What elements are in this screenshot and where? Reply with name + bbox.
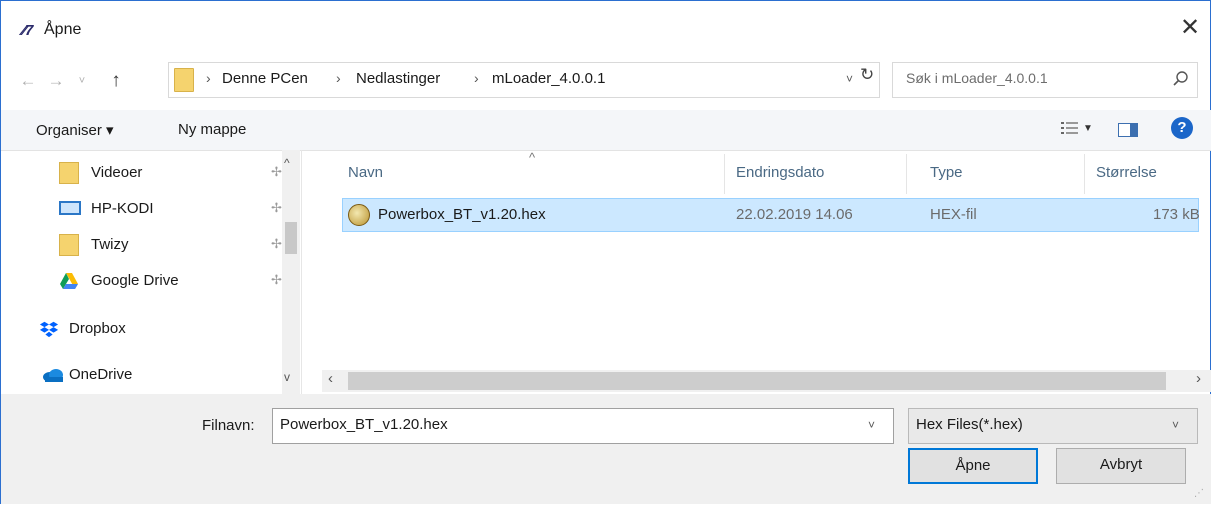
folder-icon bbox=[174, 68, 194, 92]
filename-dropdown-icon[interactable]: ˅ bbox=[868, 418, 875, 432]
nav-item-label: Twizy bbox=[91, 236, 129, 253]
view-dropdown-icon[interactable]: ▼ bbox=[1083, 123, 1093, 134]
filename-value: Powerbox_BT_v1.20.hex bbox=[280, 416, 448, 433]
back-arrow-icon[interactable]: ← bbox=[16, 68, 40, 94]
refresh-icon[interactable]: ↻ bbox=[860, 65, 874, 85]
nav-item-twizy[interactable]: Twizy ✢ bbox=[1, 230, 282, 260]
hex-file-icon bbox=[348, 204, 370, 226]
column-header-date[interactable]: Endringsdato bbox=[736, 164, 824, 181]
cancel-button[interactable]: Avbryt bbox=[1056, 448, 1186, 484]
up-arrow-icon[interactable]: ↑ bbox=[104, 68, 128, 94]
filetype-dropdown-icon[interactable]: ˅ bbox=[1172, 418, 1179, 432]
nav-item-google-drive[interactable]: Google Drive ✢ bbox=[1, 266, 282, 296]
breadcrumb-mloader[interactable]: mLoader_4.0.0.1 bbox=[492, 70, 605, 87]
sort-ascending-icon: ^ bbox=[529, 150, 536, 165]
organize-menu[interactable]: Organiser ▾ bbox=[36, 121, 114, 139]
folder-icon bbox=[59, 234, 79, 256]
onedrive-icon bbox=[43, 369, 63, 382]
breadcrumb-separator: › bbox=[474, 70, 479, 86]
nav-item-onedrive[interactable]: OneDrive bbox=[1, 360, 281, 390]
file-size: 173 kB bbox=[1153, 206, 1200, 223]
file-name: Powerbox_BT_v1.20.hex bbox=[378, 206, 546, 223]
nav-item-dropbox[interactable]: Dropbox bbox=[1, 314, 281, 344]
nav-item-label: Google Drive bbox=[91, 272, 179, 289]
scroll-right-icon[interactable]: › bbox=[1196, 370, 1201, 387]
view-options-icon[interactable] bbox=[1060, 120, 1080, 136]
pin-icon: ✢ bbox=[271, 272, 282, 287]
column-header-name[interactable]: Navn bbox=[348, 164, 383, 181]
open-button[interactable]: Åpne bbox=[908, 448, 1038, 484]
preview-pane-icon[interactable] bbox=[1118, 123, 1138, 137]
address-dropdown-icon[interactable]: ˅ bbox=[846, 72, 853, 86]
search-placeholder: Søk i mLoader_4.0.0.1 bbox=[906, 70, 1048, 86]
pin-icon: ✢ bbox=[271, 164, 282, 179]
resize-grip-icon[interactable]: ⋰ bbox=[1194, 488, 1204, 499]
nav-item-label: Dropbox bbox=[69, 320, 126, 337]
dropbox-icon bbox=[39, 321, 59, 338]
breadcrumb-separator: › bbox=[206, 70, 211, 86]
forward-arrow-icon[interactable]: → bbox=[44, 68, 68, 94]
column-header-size[interactable]: Størrelse bbox=[1096, 164, 1157, 181]
scroll-up-icon[interactable]: ^ bbox=[284, 156, 290, 170]
column-divider[interactable] bbox=[724, 154, 725, 194]
filename-label: Filnavn: bbox=[202, 417, 255, 434]
nav-item-label: HP-KODI bbox=[91, 200, 154, 217]
column-header-type[interactable]: Type bbox=[930, 164, 963, 181]
horizontal-scroll-thumb[interactable] bbox=[348, 372, 1166, 390]
nav-item-hp-kodi[interactable]: HP-KODI ✢ bbox=[1, 194, 282, 224]
recent-dropdown-icon[interactable]: ˅ bbox=[70, 68, 94, 94]
new-folder-button[interactable]: Ny mappe bbox=[178, 121, 246, 138]
nav-item-label: OneDrive bbox=[69, 366, 133, 383]
file-type: HEX-fil bbox=[930, 206, 977, 223]
pin-icon: ✢ bbox=[271, 200, 282, 215]
column-divider[interactable] bbox=[906, 154, 907, 194]
breadcrumb-this-pc[interactable]: Denne PCen bbox=[222, 70, 308, 87]
window-title: Åpne bbox=[44, 21, 82, 38]
nav-scroll-thumb[interactable] bbox=[285, 222, 297, 254]
search-icon[interactable] bbox=[1172, 70, 1190, 88]
pc-icon bbox=[59, 201, 81, 215]
column-divider[interactable] bbox=[1084, 154, 1085, 194]
close-button[interactable]: ✕ bbox=[1176, 14, 1204, 42]
navigation-pane: Videoer ✢ HP-KODI ✢ Twizy ✢ Google Drive… bbox=[1, 150, 302, 394]
nav-item-videoer[interactable]: Videoer ✢ bbox=[1, 158, 282, 188]
app-logo-icon: ⁄⁄7 bbox=[22, 22, 33, 39]
scroll-down-icon[interactable]: v bbox=[284, 370, 290, 384]
breadcrumb-separator: › bbox=[336, 70, 341, 86]
nav-scrollbar[interactable] bbox=[282, 150, 300, 394]
filetype-value: Hex Files(*.hex) bbox=[916, 416, 1023, 433]
file-date: 22.02.2019 14.06 bbox=[736, 206, 853, 223]
folder-icon bbox=[59, 162, 79, 184]
pin-icon: ✢ bbox=[271, 236, 282, 251]
scroll-left-icon[interactable]: ‹ bbox=[328, 370, 333, 387]
help-icon[interactable]: ? bbox=[1171, 117, 1193, 139]
google-drive-icon bbox=[60, 273, 78, 289]
nav-item-label: Videoer bbox=[91, 164, 143, 181]
breadcrumb-downloads[interactable]: Nedlastinger bbox=[356, 70, 440, 87]
